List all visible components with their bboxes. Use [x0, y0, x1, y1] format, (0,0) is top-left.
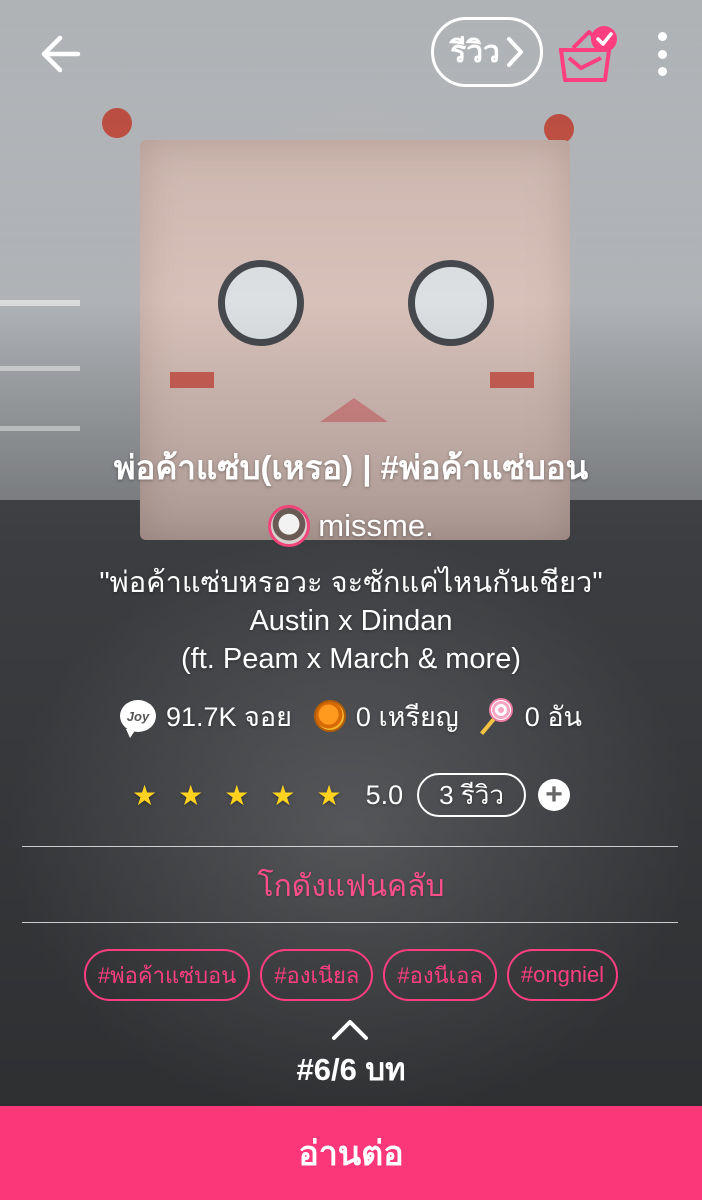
author-avatar [268, 505, 311, 547]
star-icon: ★ [270, 779, 296, 811]
story-info: พ่อค้าแซ่บ(เหรอ) | #พ่อค้าแซ่บอน missme.… [0, 440, 702, 818]
candy-stat: 0 อัน [479, 695, 582, 738]
rating-row: ★ ★ ★ ★ ★ 5.0 3 รีวิว + [0, 772, 702, 818]
tag-chip[interactable]: #องนีเอล [383, 949, 497, 1001]
review-count-label: 3 รีวิว [439, 779, 504, 810]
coin-icon [313, 700, 346, 732]
story-description-line-1: Austin x Dindan [249, 605, 453, 637]
coin-stat: 0 เหรียญ [313, 695, 459, 738]
divider-top [22, 846, 678, 847]
tag-chip[interactable]: #พ่อค้าแซ่บอน [83, 949, 251, 1001]
star-icon: ★ [132, 779, 158, 811]
chevron-right-icon [506, 37, 523, 67]
continue-reading-button[interactable]: อ่านต่อ [0, 1106, 702, 1200]
divider-bottom [22, 922, 678, 923]
back-button[interactable] [30, 24, 90, 84]
review-button[interactable]: รีวิว [431, 17, 543, 87]
more-dot-3 [657, 67, 667, 76]
tag-list: #พ่อค้าแซ่บอน #องเนียล #องนีเอล #ongniel [0, 949, 702, 1001]
more-dot-1 [657, 32, 667, 41]
stats-row: Joy 91.7K จอย 0 เหรียญ 0 อัน [0, 694, 702, 738]
story-title: พ่อค้าแซ่บ(เหรอ) | #พ่อค้าแซ่บอน [113, 449, 589, 486]
top-bar: รีวิว [0, 0, 702, 105]
add-to-shelf-button[interactable] [555, 24, 621, 84]
chevron-up-icon[interactable] [330, 1014, 370, 1044]
plus-circle-icon[interactable]: + [537, 779, 570, 811]
more-options-button[interactable] [640, 28, 684, 80]
joy-bubble-icon: Joy [120, 700, 156, 738]
star-icon: ★ [224, 779, 250, 811]
tag-chip[interactable]: #ongniel [506, 949, 619, 1001]
rating-value: 5.0 [365, 779, 404, 810]
candy-count: 0 อัน [524, 701, 582, 732]
coin-count: 0 เหรียญ [355, 701, 459, 732]
tag-chip[interactable]: #องเนียล [260, 949, 374, 1001]
story-description-line-2: (ft. Peam x March & more) [180, 643, 521, 675]
joy-stat: Joy 91.7K จอย [120, 695, 292, 738]
review-count-button[interactable]: 3 รีวิว [417, 773, 526, 817]
arrow-left-icon [41, 35, 81, 73]
bookshelf-check-icon [559, 26, 617, 82]
star-icon: ★ [316, 779, 342, 811]
lollipop-icon [479, 698, 515, 735]
fanclub-link[interactable]: โกดังแฟนคลับ [0, 850, 702, 922]
rating-stars: ★ ★ ★ ★ ★ [132, 779, 342, 812]
continue-reading-label: อ่านต่อ [298, 1135, 404, 1173]
star-icon: ★ [178, 779, 204, 811]
chapter-indicator: #6/6 บท [296, 1052, 406, 1087]
joy-count: 91.7K จอย [166, 701, 292, 732]
more-dot-2 [657, 49, 667, 59]
author-link[interactable]: missme. [0, 498, 702, 554]
review-button-label: รีวิว [450, 35, 500, 69]
story-tagline: "พ่อค้าแซ่บหรอวะ จะซักแค่ไหนกันเชียว" [99, 567, 603, 599]
author-name: missme. [318, 508, 434, 543]
